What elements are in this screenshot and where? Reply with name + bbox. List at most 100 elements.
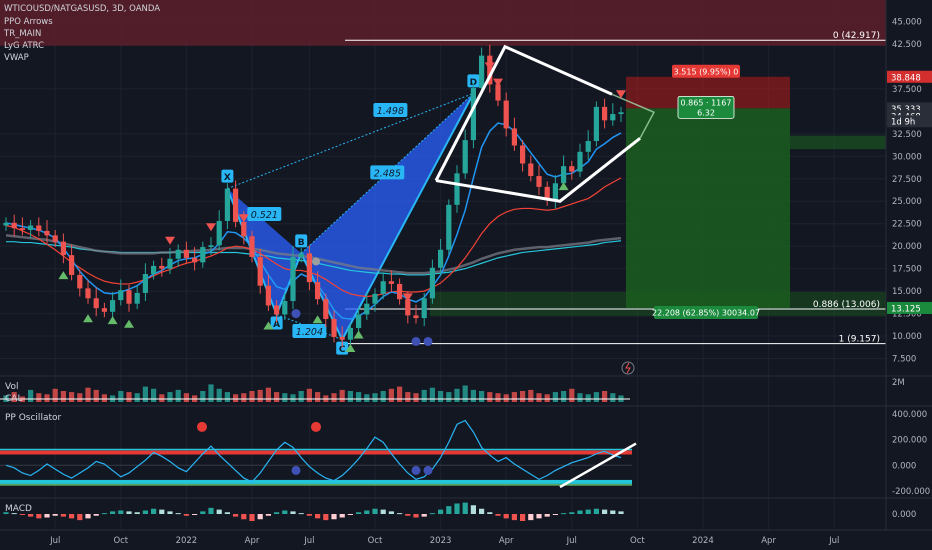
volume-bar	[224, 392, 230, 402]
volume-bar	[241, 393, 247, 402]
osc-signal-dot-icon	[197, 421, 207, 432]
macd-bar	[142, 510, 148, 514]
candle-body	[380, 281, 386, 294]
volume-bar	[462, 385, 468, 402]
price-axis-tick: 17.500	[892, 265, 922, 275]
macd-bar	[487, 512, 493, 514]
macd-bar	[52, 514, 58, 516]
macd-bar	[397, 513, 403, 515]
price-axis-tick: 25.000	[892, 197, 922, 207]
background	[0, 0, 932, 550]
price-badge: 13.125	[891, 304, 921, 314]
position-target-zone	[626, 108, 790, 308]
candle-body	[618, 112, 624, 115]
price-axis-tick: 32.500	[892, 130, 922, 140]
macd-bar	[347, 514, 353, 515]
volume-bar	[479, 391, 485, 402]
candle-body	[93, 298, 99, 309]
candle-body	[429, 267, 435, 299]
osc-signal-dot-icon	[411, 465, 421, 475]
price-badge: 38.848	[891, 73, 921, 83]
oscillator-axis-tick: -200.000	[892, 487, 930, 497]
candle-body	[569, 166, 575, 172]
volume-bar	[85, 387, 91, 402]
macd-bar	[265, 514, 271, 516]
candle-body	[28, 225, 34, 230]
macd-bar	[438, 509, 444, 514]
volume-bar	[142, 386, 148, 402]
macd-bar	[503, 514, 509, 519]
time-axis-tick: Oct	[368, 536, 383, 546]
volume-cal-label: CAL	[5, 394, 22, 404]
candle-body	[224, 188, 230, 222]
volume-bar	[134, 393, 140, 402]
macd-bar	[479, 508, 485, 514]
candle-body	[44, 230, 50, 236]
price-axis-tick: 27.500	[892, 175, 922, 185]
candle-body	[241, 221, 247, 237]
candle-body	[134, 292, 140, 304]
ratio-label-text: 1.204	[296, 327, 323, 338]
volume-bar	[183, 393, 189, 402]
time-axis-tick: Oct	[630, 536, 645, 546]
volume-label: Vol	[5, 382, 18, 392]
macd-bar	[421, 514, 427, 517]
volume-bar	[339, 389, 345, 402]
candle-body	[372, 293, 378, 304]
time-axis-tick: Apr	[761, 536, 776, 546]
macd-bar	[241, 514, 247, 520]
candle-body	[142, 274, 148, 293]
macd-bar	[372, 508, 378, 514]
macd-bar	[167, 511, 173, 514]
indicator-label: PPO Arrows	[4, 17, 53, 27]
risk-label: 3.515 (9.95%) 0	[674, 67, 739, 76]
volume-bar	[405, 392, 411, 402]
oscillator-axis-tick: 200.000	[892, 436, 927, 446]
time-axis-tick: 2024	[692, 536, 714, 546]
candle-body	[60, 241, 66, 256]
macd-bar	[602, 509, 608, 514]
osc-signal-dot-icon	[311, 421, 321, 432]
volume-bar	[200, 391, 206, 402]
chart-root: 0 (42.917) 0.886 (13.006) 1 (9.157) 0.521 1.…	[0, 0, 932, 550]
macd-bar	[610, 510, 616, 514]
volume-bar	[364, 394, 370, 402]
volume-axis-tick: 2M	[892, 378, 905, 388]
price-axis-tick: 37.500	[892, 85, 922, 95]
volume-bar	[52, 388, 58, 402]
candle-body	[265, 285, 271, 306]
macd-bar	[405, 514, 411, 516]
volume-bar	[388, 388, 394, 402]
macd-bar	[69, 514, 75, 519]
candle-body	[454, 173, 460, 205]
macd-bar	[151, 508, 157, 514]
volume-bar	[593, 392, 599, 402]
candle-body	[175, 249, 181, 259]
osc-lower-band	[0, 479, 632, 484]
ratio-label-text: 2.485	[374, 168, 401, 179]
macd-bar	[175, 513, 181, 515]
candle-body	[200, 247, 206, 263]
volume-bar	[610, 393, 616, 402]
candle-body	[126, 290, 132, 304]
macd-bar	[511, 514, 517, 521]
candle-body	[585, 141, 591, 152]
candle-body	[331, 318, 337, 337]
indicator-label: TR_MAIN	[3, 29, 41, 39]
macd-bar	[323, 514, 329, 521]
volume-bar	[175, 389, 181, 402]
macd-bar	[495, 514, 501, 516]
macd-bar	[364, 510, 370, 514]
price-axis-tick: 42.500	[892, 40, 922, 50]
macd-bar	[216, 509, 222, 514]
volume-bar	[233, 394, 239, 402]
osc-signal-dot-icon	[291, 465, 301, 475]
ratio-label-text: 1.498	[377, 106, 404, 117]
candle-body	[77, 274, 83, 289]
time-axis-tick: Oct	[113, 536, 128, 546]
candle-body	[151, 265, 157, 275]
pattern-point-label: X	[221, 169, 234, 183]
candle-body	[69, 255, 75, 275]
volume-bar	[77, 393, 83, 402]
macd-bar	[249, 514, 255, 521]
